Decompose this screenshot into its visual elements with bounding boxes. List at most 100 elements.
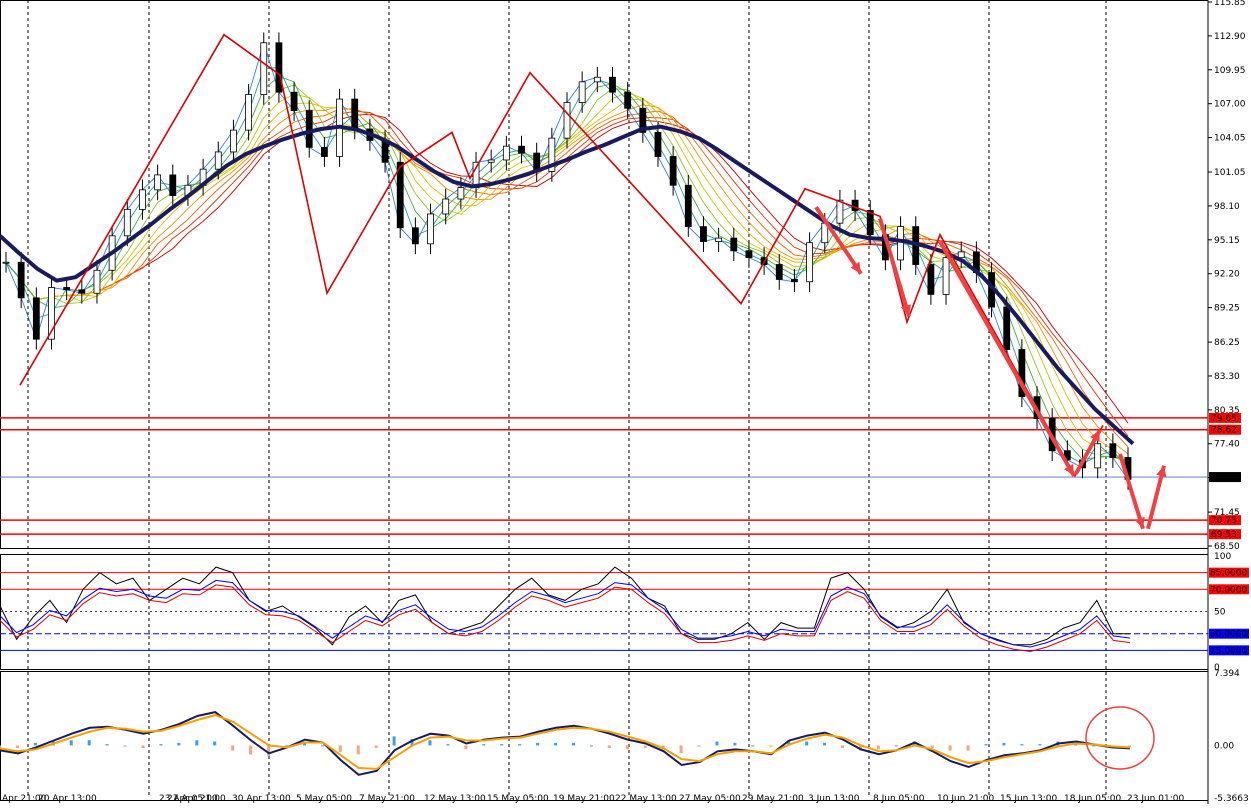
macd-histogram-bar: [733, 742, 737, 746]
x-tick-label: 15 Jun 13:00: [1000, 794, 1057, 804]
candle-body: [32, 297, 40, 340]
candle-body: [957, 251, 965, 259]
macd-histogram-bar: [428, 740, 432, 746]
macd-histogram-bar: [15, 745, 19, 749]
macd-histogram-bar: [374, 745, 378, 749]
y-tick-label: 107.00: [1214, 100, 1246, 110]
y-tick-label: 68.50: [1214, 542, 1240, 552]
x-tick-label: 19 May 21:00: [553, 794, 615, 804]
x-tick-label: 5 May 05:00: [296, 794, 352, 804]
candle-body: [169, 174, 177, 196]
candle-body: [351, 98, 359, 130]
y-tick-label: 101.05: [1214, 168, 1246, 178]
candle-body: [1003, 306, 1011, 350]
y-tick-label: 115.85: [1214, 0, 1246, 8]
macd-histogram-bar: [894, 745, 898, 747]
macd-histogram-bar: [267, 745, 271, 756]
y-tick-label: 77.40: [1214, 440, 1240, 450]
macd-histogram-bar: [966, 745, 970, 751]
y-tick-label: 89.25: [1214, 304, 1240, 314]
candle-body: [17, 261, 25, 299]
y-tick-label: 109.95: [1214, 66, 1246, 76]
macd-histogram-bar: [195, 740, 199, 746]
candle-body: [593, 76, 601, 83]
stoch-y-tick-label: 50: [1214, 608, 1226, 618]
y-tick-label: 104.05: [1214, 134, 1246, 144]
macd-histogram-bar: [320, 745, 324, 747]
y-tick-label: 86.25: [1214, 338, 1240, 348]
x-tick-label: 3 Jun 13:00: [808, 794, 860, 804]
y-tick-label: 95.15: [1214, 236, 1240, 246]
candle-body: [700, 226, 707, 242]
y-tick-label: 98.10: [1214, 202, 1240, 212]
macd-histogram-bar: [930, 745, 934, 749]
candle-body: [457, 187, 465, 200]
candle-body: [260, 42, 268, 95]
candle-body: [1094, 443, 1102, 469]
stoch-y-tick-label: 100: [1214, 552, 1231, 562]
x-tick-label: 10 Jun 21:00: [937, 794, 994, 804]
macd-histogram-bar: [518, 744, 522, 746]
macd-histogram-bar: [984, 744, 988, 746]
candle-body: [442, 198, 450, 215]
candle-body: [154, 174, 162, 191]
macd-histogram-bar: [769, 745, 773, 747]
x-tick-label: 27 Apr 21:00: [167, 794, 226, 804]
macd-histogram-bar: [87, 740, 91, 746]
x-tick-label: 23 Jun 01:00: [1127, 794, 1184, 804]
stoch-level-label: 15.0000: [1210, 646, 1247, 656]
candle-body: [275, 42, 283, 93]
macd-histogram-bar: [249, 745, 253, 755]
macd-histogram-bar: [33, 742, 37, 746]
candle-body: [502, 145, 510, 161]
macd-histogram-bar: [679, 745, 683, 754]
x-tick-label: 22 May 13:00: [615, 794, 677, 804]
macd-histogram-bar: [625, 745, 629, 750]
level-label: 69.53: [1211, 530, 1237, 540]
candle-body: [487, 159, 495, 163]
candle-body: [745, 250, 753, 259]
macd-histogram-bar: [805, 741, 809, 746]
y-tick-label: 92.20: [1214, 270, 1240, 280]
macd-histogram-bar: [159, 744, 163, 746]
candle-body: [518, 145, 525, 154]
chart-canvas: Apr 21:0020 Apr 13:00 23 Apr 05:0027 Apr …: [0, 0, 1251, 804]
candle-body: [290, 91, 298, 111]
macd-histogram-bar: [1038, 744, 1042, 746]
candle-body: [214, 151, 222, 170]
macd-histogram-bar: [356, 745, 360, 755]
macd-histogram-bar: [554, 742, 558, 746]
macd-histogram-bar: [231, 745, 235, 751]
macd-histogram-bar: [500, 744, 504, 746]
macd-histogram-bar: [589, 745, 593, 747]
macd-histogram-bar: [141, 745, 145, 749]
candle-body: [942, 257, 950, 295]
macd-histogram-bar: [823, 742, 827, 746]
candle-body: [775, 264, 783, 280]
candle-body: [791, 279, 798, 283]
macd-histogram-bar: [1002, 742, 1006, 746]
level-label: 70.75: [1211, 516, 1237, 526]
macd-histogram-bar: [536, 742, 540, 746]
candle-body: [609, 76, 616, 93]
candle-body: [806, 242, 813, 283]
candle-body: [63, 287, 71, 291]
candle-body: [684, 184, 692, 228]
macd-histogram-bar: [697, 745, 701, 747]
candle-body: [396, 161, 404, 229]
x-tick-label: 18 Jun 05:00: [1064, 794, 1121, 804]
macd-histogram-bar: [392, 736, 396, 746]
candle-body: [411, 227, 419, 245]
stoch-level-label: 30.0000: [1210, 630, 1247, 640]
macd-histogram-bar: [751, 745, 755, 747]
macd-y-tick-label: -5.3663: [1214, 794, 1249, 804]
candle-body: [897, 226, 904, 261]
macd-histogram-bar: [69, 740, 73, 746]
candle-body: [139, 189, 146, 210]
chart-container: Apr 21:00 20 Apr 13:00 23 Apr 05:00 27 Apr …: [0, 0, 1251, 804]
candle-body: [836, 199, 844, 224]
macd-histogram-bar: [1020, 744, 1024, 746]
candle-body: [654, 131, 662, 157]
macd-histogram-bar: [643, 745, 647, 749]
x-tick-label: 7 May 21:00: [359, 794, 415, 804]
